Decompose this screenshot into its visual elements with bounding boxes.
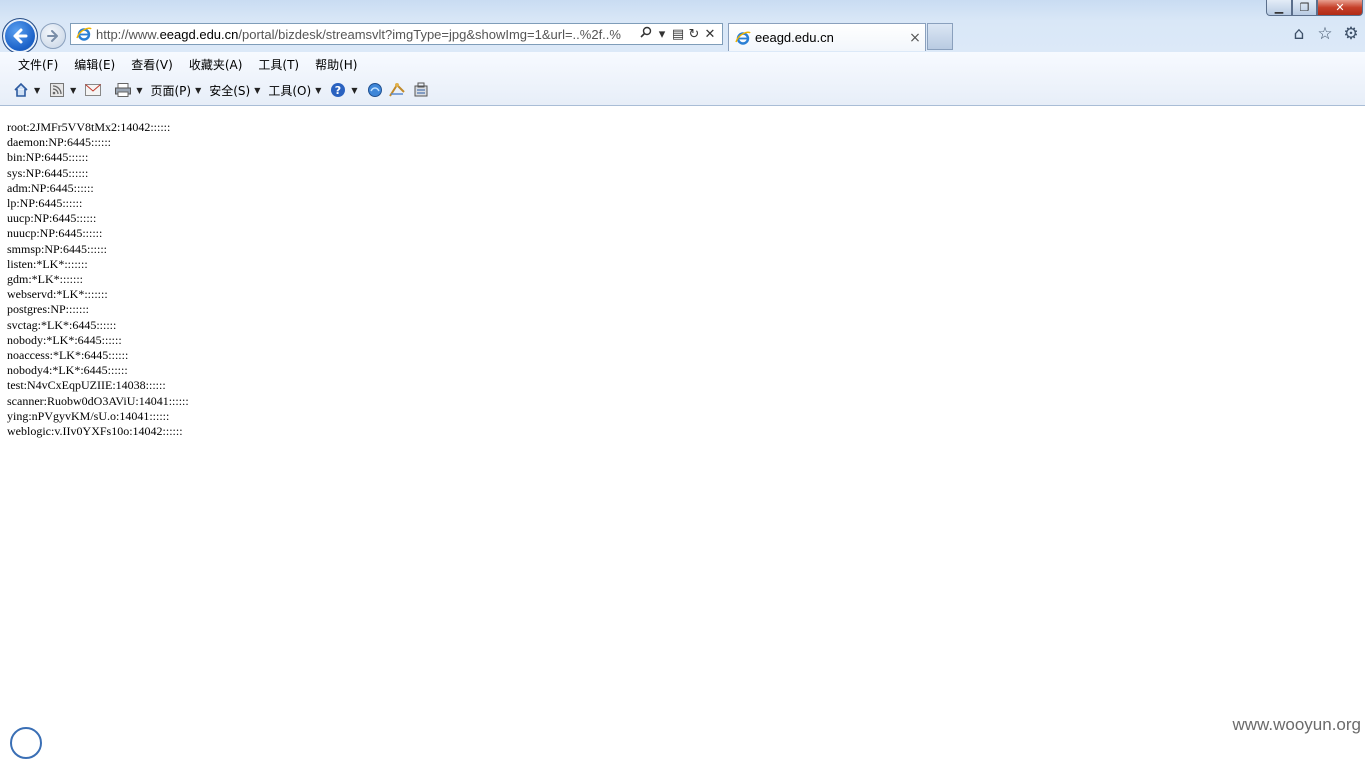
content-line: webservd:*LK*:::::::: [7, 287, 108, 302]
content-line: sys:NP:6445::::::: [7, 165, 89, 180]
content-line: nobody4:*LK*:6445::::::: [7, 363, 128, 378]
command-bar: ▼ ▼ ▼ 页面(P) ▼ 安全(S) ▼ 工具(O) ▼ ? ▼: [12, 80, 430, 100]
ie-page-icon: [76, 27, 92, 41]
menu-favorites[interactable]: 收藏夹(A): [181, 56, 251, 74]
content-line: weblogic:v.IIv0YXFs10o:14042::::::: [7, 424, 183, 439]
content-line: svctag:*LK*:6445::::::: [7, 317, 117, 332]
address-dropdown-icon[interactable]: ▾: [654, 27, 670, 42]
new-tab-button[interactable]: [927, 23, 953, 50]
window-controls: ▁ ❐ ✕: [1266, 0, 1363, 16]
mail-icon[interactable]: [84, 81, 102, 99]
menu-edit[interactable]: 编辑(E): [66, 56, 123, 74]
browser-right-tools: ⌂ ☆ ⚙: [1290, 25, 1360, 43]
home-icon[interactable]: ⌂: [1290, 25, 1308, 43]
back-button[interactable]: [2, 18, 38, 54]
help-dropdown-icon[interactable]: ▼: [351, 86, 357, 95]
tab-title: eeagd.edu.cn: [755, 30, 834, 45]
ie-tab-icon: [735, 31, 751, 45]
content-line: test:N4vCxEqpUZIIE:14038::::::: [7, 378, 166, 393]
menu-help[interactable]: 帮助(H): [307, 56, 365, 74]
refresh-icon[interactable]: ↻: [686, 27, 702, 42]
content-line: uucp:NP:6445::::::: [7, 211, 97, 226]
content-line: nobody:*LK*:6445::::::: [7, 332, 122, 347]
content-line: gdm:*LK*:::::::: [7, 272, 84, 287]
safety-menu[interactable]: 安全(S): [209, 82, 250, 99]
content-line: scanner:Ruobw0dO3AViU:14041::::::: [7, 393, 189, 408]
page-menu[interactable]: 页面(P): [150, 82, 191, 99]
safety-dropdown-icon[interactable]: ▼: [254, 86, 260, 95]
stop-icon[interactable]: ✕: [702, 27, 718, 42]
toolbox-icon[interactable]: [412, 81, 430, 99]
back-arrow-icon: [13, 28, 28, 44]
tools-menu[interactable]: 工具(O): [268, 82, 311, 99]
minimize-button[interactable]: ▁: [1266, 0, 1292, 16]
menu-file[interactable]: 文件(F): [10, 56, 66, 74]
tab-close-icon[interactable]: ×: [905, 30, 925, 46]
compatibility-view-icon[interactable]: ▤: [670, 27, 686, 42]
svg-text:?: ?: [335, 84, 341, 97]
menu-view[interactable]: 查看(V): [123, 56, 181, 74]
help-icon[interactable]: ?: [329, 81, 347, 99]
content-line: smmsp:NP:6445::::::: [7, 241, 108, 256]
content-line: lp:NP:6445::::::: [7, 196, 83, 211]
close-window-button[interactable]: ✕: [1317, 0, 1363, 16]
content-line: root:2JMFr5VV8tMx2:14042::::::: [7, 120, 171, 134]
watermark: www.wooyun.org: [1232, 715, 1361, 734]
menu-bar: 文件(F) 编辑(E) 查看(V) 收藏夹(A) 工具(T) 帮助(H): [10, 56, 365, 74]
research-icon[interactable]: [388, 81, 406, 99]
partial-circle-icon: [10, 727, 42, 759]
forward-arrow-icon: [47, 30, 58, 42]
favorites-star-icon[interactable]: ☆: [1316, 25, 1334, 43]
settings-gear-icon[interactable]: ⚙: [1342, 25, 1360, 43]
menu-tools[interactable]: 工具(T): [250, 56, 307, 74]
forward-button[interactable]: [40, 23, 66, 49]
maximize-button[interactable]: ❐: [1292, 0, 1317, 16]
page-dropdown-icon[interactable]: ▼: [195, 86, 201, 95]
print-icon[interactable]: [114, 81, 132, 99]
browser-title-region: http://www.eeagd.edu.cn/portal/bizdesk/s…: [0, 0, 1365, 54]
content-line: adm:NP:6445::::::: [7, 180, 94, 195]
browser-tab-active[interactable]: eeagd.edu.cn ×: [728, 23, 926, 51]
search-icon[interactable]: [638, 26, 654, 42]
background-window-titles: [60, 2, 1250, 16]
url-text[interactable]: http://www.eeagd.edu.cn/portal/bizdesk/s…: [96, 27, 638, 42]
home-dropdown-icon[interactable]: ▼: [34, 86, 40, 95]
content-line: ying:nPVgyvKM/sU.o:14041::::::: [7, 408, 170, 423]
content-line: nuucp:NP:6445::::::: [7, 226, 103, 241]
toolbar-region: 文件(F) 编辑(E) 查看(V) 收藏夹(A) 工具(T) 帮助(H) ▼ ▼…: [0, 52, 1365, 106]
messenger-icon[interactable]: [366, 81, 384, 99]
print-dropdown-icon[interactable]: ▼: [136, 86, 142, 95]
feeds-dropdown-icon[interactable]: ▼: [70, 86, 76, 95]
tools-dropdown-icon[interactable]: ▼: [315, 86, 321, 95]
address-bar[interactable]: http://www.eeagd.edu.cn/portal/bizdesk/s…: [70, 23, 723, 45]
content-line: noaccess:*LK*:6445::::::: [7, 348, 129, 363]
content-line: bin:NP:6445::::::: [7, 150, 89, 165]
home-icon[interactable]: [12, 81, 30, 99]
content-line: daemon:NP:6445::::::: [7, 135, 111, 150]
content-line: listen:*LK*:::::::: [7, 256, 88, 271]
content-line: postgres:NP:::::::: [7, 302, 90, 317]
feeds-icon[interactable]: [48, 81, 66, 99]
page-text-content: root:2JMFr5VV8tMx2:14042:::::: daemon:NP:…: [7, 120, 189, 439]
